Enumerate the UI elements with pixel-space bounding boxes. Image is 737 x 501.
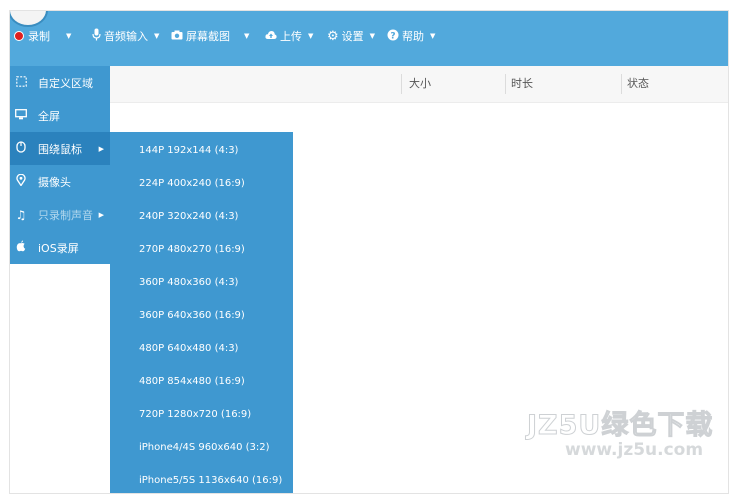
menu-item-label: 摄像头 — [38, 175, 71, 189]
upload-label: 上传 — [280, 30, 302, 43]
resolution-option-224p[interactable]: 224P 400x240 (16:9) — [110, 167, 293, 200]
resolution-option-480p-16-9[interactable]: 480P 854x480 (16:9) — [110, 365, 293, 398]
menu-item-camera[interactable]: 摄像头 — [10, 165, 110, 198]
watermark-url: www.jz5u.com — [565, 440, 704, 460]
column-divider — [401, 74, 402, 94]
settings-button[interactable]: ⚙ 设置 ▼ — [327, 26, 375, 46]
chevron-down-icon: ▼ — [154, 32, 160, 40]
camera-icon — [171, 30, 183, 43]
resolution-label: 720P 1280x720 (16:9) — [139, 409, 252, 420]
chevron-down-icon: ▼ — [430, 32, 436, 40]
app-logo — [10, 11, 48, 27]
menu-item-label: iOS录屏 — [38, 241, 79, 255]
location-pin-icon — [13, 173, 29, 189]
chevron-right-icon: ▶ — [98, 144, 104, 153]
resolution-option-360p-16-9[interactable]: 360P 640x360 (16:9) — [110, 299, 293, 332]
mouse-icon — [13, 141, 29, 156]
microphone-icon — [92, 28, 101, 44]
screenshot-button[interactable]: 屏幕截图 ▼ — [171, 26, 249, 46]
record-dot-icon — [14, 31, 24, 41]
resolution-option-iphone4[interactable]: iPhone4/4S 960x640 (3:2) — [110, 431, 293, 464]
help-label: 帮助 — [402, 30, 424, 43]
apple-icon — [13, 240, 29, 255]
resolution-label: 144P 192x144 (4:3) — [139, 145, 239, 156]
resolution-label: iPhone4/4S 960x640 (3:2) — [139, 442, 270, 453]
resolution-option-270p[interactable]: 270P 480x270 (16:9) — [110, 233, 293, 266]
upload-button[interactable]: 上传 ▼ — [265, 26, 313, 46]
svg-text:?: ? — [390, 31, 395, 41]
resolution-option-720p[interactable]: 720P 1280x720 (16:9) — [110, 398, 293, 431]
watermark-logo: JZ5U绿色下载 — [526, 410, 714, 442]
menu-item-custom-region[interactable]: 自定义区域 — [10, 66, 110, 99]
audio-input-button[interactable]: 音频输入 ▼ — [92, 26, 159, 46]
resolution-label: 360P 640x360 (16:9) — [139, 310, 245, 321]
column-size[interactable]: 大小 — [409, 66, 431, 102]
file-list-header: 大小 时长 状态 — [110, 66, 728, 103]
resolution-option-144p[interactable]: 144P 192x144 (4:3) — [110, 134, 293, 167]
chevron-right-icon: ▶ — [98, 210, 104, 219]
region-select-icon — [13, 75, 29, 90]
menu-item-audio-only[interactable]: ♫ 只录制声音 ▶ — [10, 198, 110, 231]
resolution-option-360p-4-3[interactable]: 360P 480x360 (4:3) — [110, 266, 293, 299]
help-button[interactable]: ? 帮助 ▼ — [387, 26, 435, 46]
audio-input-label: 音频输入 — [104, 30, 148, 43]
chevron-down-icon: ▼ — [66, 32, 72, 40]
menu-item-label: 只录制声音 — [38, 208, 93, 222]
record-mode-menu: 自定义区域 全屏 围绕鼠标 ▶ 摄像头 ♫ 只录制声音 ▶ iOS录屏 — [10, 66, 110, 264]
resolution-label: 360P 480x360 (4:3) — [139, 277, 239, 288]
menu-item-ios-record[interactable]: iOS录屏 — [10, 231, 110, 264]
resolution-label: 270P 480x270 (16:9) — [139, 244, 245, 255]
column-duration[interactable]: 时长 — [511, 66, 533, 102]
record-label: 录制 — [28, 30, 50, 43]
column-divider — [505, 74, 506, 94]
resolution-label: 480P 640x480 (4:3) — [139, 343, 239, 354]
settings-label: 设置 — [341, 30, 364, 43]
resolution-label: 240P 320x240 (4:3) — [139, 211, 239, 222]
resolution-option-iphone5[interactable]: iPhone5/5S 1136x640 (16:9) — [110, 464, 293, 493]
column-divider — [621, 74, 622, 94]
resolution-option-240p[interactable]: 240P 320x240 (4:3) — [110, 200, 293, 233]
column-status[interactable]: 状态 — [627, 66, 649, 102]
menu-item-fullscreen[interactable]: 全屏 — [10, 99, 110, 132]
monitor-icon — [13, 108, 29, 123]
help-icon: ? — [387, 29, 399, 44]
resolution-label: iPhone5/5S 1136x640 (16:9) — [139, 475, 283, 486]
resolution-option-480p-4-3[interactable]: 480P 640x480 (4:3) — [110, 332, 293, 365]
menu-item-around-mouse[interactable]: 围绕鼠标 ▶ — [10, 132, 110, 165]
music-note-icon: ♫ — [15, 207, 27, 222]
menu-item-label: 全屏 — [38, 109, 60, 123]
menu-item-label: 自定义区域 — [38, 76, 93, 90]
gear-icon: ⚙ — [327, 28, 339, 44]
resolution-label: 224P 400x240 (16:9) — [139, 178, 245, 189]
cloud-upload-icon — [265, 30, 277, 43]
chevron-down-icon: ▼ — [369, 32, 376, 40]
menu-item-label: 围绕鼠标 — [38, 142, 82, 156]
resolution-label: 480P 854x480 (16:9) — [139, 376, 245, 387]
screenshot-label: 屏幕截图 — [186, 30, 230, 43]
chevron-down-icon: ▼ — [244, 32, 250, 40]
chevron-down-icon: ▼ — [308, 32, 314, 40]
top-toolbar: 录制 ▼ 音频输入 ▼ 屏幕截图 ▼ 上传 ▼ ⚙ 设置 ▼ ? 帮助 ▼ — [10, 11, 728, 66]
record-button[interactable]: 录制 ▼ — [14, 26, 71, 46]
resolution-submenu: 144P 192x144 (4:3) 224P 400x240 (16:9) 2… — [110, 132, 293, 493]
